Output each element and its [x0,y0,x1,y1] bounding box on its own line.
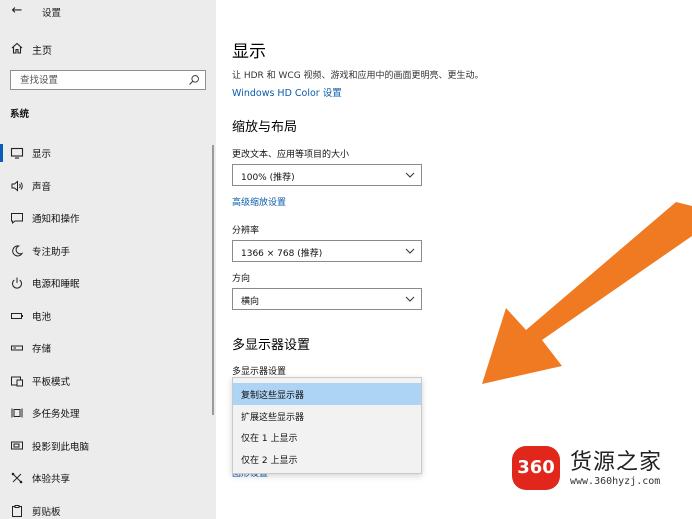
chevron-down-icon [405,296,415,302]
search-box[interactable] [10,70,206,90]
chevron-down-icon [405,248,415,254]
hd-color-settings-link[interactable]: Windows HD Color 设置 [232,85,342,99]
dropdown-option-label: 仅在 1 上显示 [241,434,298,444]
sidebar-nav: 显示 声音 通知和操作 专注助手 电源和睡眠 电池 存储 平板模式 多任务处理 … [0,138,216,519]
sidebar-item-sound[interactable]: 声音 [0,171,216,204]
tablet-icon [11,376,23,386]
monitor-icon [10,147,24,159]
sidebar-item-label: 投影到此电脑 [32,441,90,453]
dropdown-option-extend[interactable]: 扩展这些显示器 [233,405,421,427]
sidebar-scrollbar[interactable] [212,145,214,415]
multi-display-heading: 多显示器设置 [232,338,311,353]
projection-icon [11,441,23,449]
moon-icon [12,244,24,256]
scale-layout-heading: 缩放与布局 [232,120,298,135]
watermark-badge: 360 [512,446,560,490]
dropdown-option-label: 仅在 2 上显示 [241,455,298,466]
sidebar-item-clipboard[interactable]: 剪贴板 [0,496,216,519]
sidebar-item-label: 显示 [32,149,52,160]
watermark-url: www.360hyzj.com [570,476,661,487]
sidebar-item-power[interactable]: 电源和睡眠 [0,268,216,301]
sidebar-item-focus-assist[interactable]: 专注助手 [0,236,216,269]
search-icon[interactable] [188,74,200,86]
clipboard-icon [12,504,22,517]
sidebar-item-display[interactable]: 显示 [0,138,216,171]
resolution-select[interactable]: 1366 × 768 (推荐) [232,240,422,262]
sidebar-item-label: 体验共享 [32,474,71,485]
share-icon [11,472,23,484]
sidebar-item-label: 声音 [32,181,52,193]
power-icon [12,277,22,289]
sidebar-item-multitasking[interactable]: 多任务处理 [0,398,216,431]
battery-icon [11,312,23,319]
sidebar-item-tablet-mode[interactable]: 平板模式 [0,366,216,399]
storage-icon [11,345,23,351]
resolution-label: 分辨率 [232,226,260,236]
hdr-description: 让 HDR 和 WCG 视频、游戏和应用中的画面更明亮、更生动。 [232,71,484,81]
resolution-value: 1366 × 768 (推荐) [241,249,323,259]
search-input[interactable] [11,71,183,89]
annotation-arrow [482,202,692,384]
dropdown-option-show-only-1[interactable]: 仅在 1 上显示 [233,426,421,448]
speaker-icon [11,179,23,192]
watermark-title: 货源之家 [570,450,663,475]
watermark-badge-text: 360 [517,457,555,478]
orientation-label: 方向 [232,274,251,284]
sidebar: ← 设置 主页 系统 显示 声音 [0,0,216,519]
sidebar-item-label: 主页 [32,46,52,57]
sidebar-item-label: 剪贴板 [32,506,61,518]
sidebar-item-label: 专注助手 [32,246,71,258]
sidebar-item-label: 多任务处理 [32,409,80,420]
home-icon [11,42,23,54]
scale-select[interactable]: 100% (推荐) [232,164,422,186]
back-button[interactable]: ← [8,2,26,20]
scale-label: 更改文本、应用等项目的大小 [232,150,350,160]
chevron-down-icon [405,172,415,178]
sidebar-item-shared-experiences[interactable]: 体验共享 [0,463,216,496]
app-title: 设置 [42,8,62,19]
sidebar-item-notifications[interactable]: 通知和操作 [0,203,216,236]
page-title: 显示 [232,42,266,62]
sidebar-item-label: 通知和操作 [32,214,80,225]
sidebar-item-label: 电池 [32,311,52,323]
multi-display-label: 多显示器设置 [232,367,287,377]
titlebar: ← 设置 [0,0,216,24]
notification-icon [11,213,23,225]
advanced-scaling-link[interactable]: 高级缩放设置 [232,195,286,208]
orientation-value: 横向 [241,297,260,307]
sidebar-item-label: 电源和睡眠 [32,279,80,290]
multi-display-dropdown[interactable]: 复制这些显示器 扩展这些显示器 仅在 1 上显示 仅在 2 上显示 [232,377,422,474]
dropdown-option-show-only-2[interactable]: 仅在 2 上显示 [233,448,421,470]
dropdown-option-label: 复制这些显示器 [241,391,305,401]
scale-value: 100% (推荐) [241,173,295,183]
section-header: 系统 [10,109,30,120]
watermark-logo: 360 货源之家 www.360hyzj.com [510,440,692,496]
multitask-icon [11,408,23,418]
dropdown-option-label: 扩展这些显示器 [241,412,305,423]
sidebar-item-home[interactable]: 主页 [0,38,216,60]
sidebar-item-label: 存储 [32,344,52,355]
orientation-select[interactable]: 横向 [232,288,422,310]
sidebar-item-storage[interactable]: 存储 [0,333,216,366]
sidebar-item-battery[interactable]: 电池 [0,301,216,334]
sidebar-item-label: 平板模式 [32,376,71,388]
dropdown-option-duplicate[interactable]: 复制这些显示器 [233,383,421,405]
sidebar-item-projecting[interactable]: 投影到此电脑 [0,431,216,464]
